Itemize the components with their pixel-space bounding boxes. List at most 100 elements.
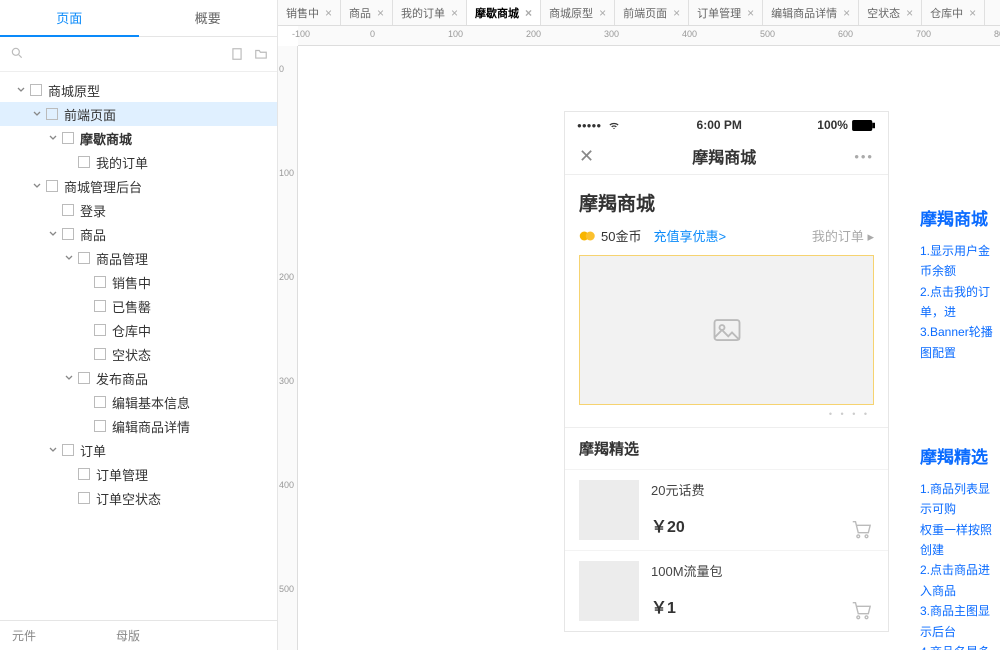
tree-node[interactable]: 商城原型: [0, 78, 277, 102]
tree-node[interactable]: 已售罄: [0, 294, 277, 318]
search-input[interactable]: [8, 43, 221, 65]
close-icon[interactable]: ✕: [579, 146, 594, 167]
product-name: 100M流量包: [651, 561, 836, 580]
annotation-line: 3.商品主图显示后台: [920, 601, 1000, 642]
tab-close-icon[interactable]: ×: [843, 6, 850, 20]
tree-node[interactable]: 我的订单: [0, 150, 277, 174]
annotation-title: 摩羯精选: [920, 444, 1000, 473]
document-tab[interactable]: 销售中×: [278, 0, 341, 25]
coin-balance: 50金币: [601, 226, 641, 245]
tab-close-icon[interactable]: ×: [673, 6, 680, 20]
tree-node[interactable]: 销售中: [0, 270, 277, 294]
annotation-1: 摩羯商城 1.显示用户金币余额2.点击我的订单，进3.Banner轮播图配置: [920, 206, 1000, 363]
tree-node[interactable]: 商城管理后台: [0, 174, 277, 198]
tree-label: 空状态: [112, 345, 151, 364]
new-page-icon[interactable]: [229, 47, 245, 61]
product-row[interactable]: 20元话费￥20: [565, 469, 888, 550]
annotation-line: 1.显示用户金币余额: [920, 241, 1000, 282]
tree-node[interactable]: 前端页面: [0, 102, 277, 126]
tab-label: 编辑商品详情: [771, 5, 837, 21]
page-icon: [78, 156, 90, 168]
document-tab[interactable]: 编辑商品详情 ×: [763, 0, 859, 25]
tab-close-icon[interactable]: ×: [747, 6, 754, 20]
image-placeholder-icon: [707, 315, 747, 345]
wifi-icon: [607, 120, 621, 131]
document-tab[interactable]: 空状态×: [859, 0, 922, 25]
caret-icon: [32, 109, 42, 119]
page-icon: [94, 276, 106, 288]
tree-label: 订单管理: [96, 465, 148, 484]
annotation-line: 权重一样按照创建: [920, 520, 1000, 561]
tree-node[interactable]: 订单空状态: [0, 486, 277, 510]
tab-close-icon[interactable]: ×: [599, 6, 606, 20]
tree-label: 仓库中: [112, 321, 151, 340]
cart-icon[interactable]: [848, 518, 874, 540]
document-tab[interactable]: 商城原型×: [541, 0, 615, 25]
caret-icon: [64, 373, 74, 383]
tab-label: 订单管理: [697, 5, 741, 21]
tab-close-icon[interactable]: ×: [525, 6, 532, 20]
tree-node[interactable]: 发布商品: [0, 366, 277, 390]
caret-icon: [48, 133, 58, 143]
caret-icon: [16, 85, 26, 95]
page-icon: [62, 204, 74, 216]
annotation-line: 2.点击商品进入商品: [920, 560, 1000, 601]
tab-close-icon[interactable]: ×: [451, 6, 458, 20]
tree-label: 销售中: [112, 273, 151, 292]
tree-label: 发布商品: [96, 369, 148, 388]
tree-node[interactable]: 订单管理: [0, 462, 277, 486]
tab-label: 仓库中: [930, 5, 963, 21]
ruler-tick: 700: [916, 29, 931, 39]
battery-icon: [852, 120, 876, 131]
page-icon: [78, 492, 90, 504]
footer-masters[interactable]: 母版: [116, 627, 140, 644]
section-title: 摩羯精选: [565, 427, 888, 469]
phone-header: 摩羯商城 50金币 充值享优惠> 我的订单 ▸: [565, 175, 888, 255]
ruler-tick: 400: [682, 29, 697, 39]
document-tab[interactable]: 我的订单×: [393, 0, 467, 25]
canvas[interactable]: ●●●●● 6:00 PM 100% ✕ 摩羯商城 •••: [298, 46, 1000, 650]
coins-icon: [579, 230, 597, 242]
document-tab[interactable]: 摩歇商城×: [467, 0, 541, 25]
tree-node[interactable]: 商品管理: [0, 246, 277, 270]
tree-node[interactable]: 商品: [0, 222, 277, 246]
annotation-title: 摩羯商城: [920, 206, 1000, 235]
page-icon: [62, 228, 74, 240]
tree-node[interactable]: 登录: [0, 198, 277, 222]
phone-time: 6:00 PM: [697, 118, 742, 132]
ruler-tick: -100: [292, 29, 310, 39]
product-image: [579, 480, 639, 540]
document-tab[interactable]: 前端页面×: [615, 0, 689, 25]
ruler-tick: 500: [760, 29, 775, 39]
tree-node[interactable]: 摩歇商城: [0, 126, 277, 150]
tab-close-icon[interactable]: ×: [906, 6, 913, 20]
tree-label: 订单空状态: [96, 489, 161, 508]
ruler-tick: 400: [279, 480, 294, 490]
page-icon: [46, 180, 58, 192]
tab-outline[interactable]: 概要: [139, 0, 278, 36]
new-folder-icon[interactable]: [253, 47, 269, 61]
topup-link[interactable]: 充值享优惠>: [653, 226, 726, 245]
tab-close-icon[interactable]: ×: [969, 6, 976, 20]
tree-label: 编辑基本信息: [112, 393, 190, 412]
tree-node[interactable]: 编辑基本信息: [0, 390, 277, 414]
tree-node[interactable]: 空状态: [0, 342, 277, 366]
tab-close-icon[interactable]: ×: [325, 6, 332, 20]
footer-widgets[interactable]: 元件: [12, 627, 36, 644]
annotation-2: 摩羯精选 1.商品列表显示可购 权重一样按照创建2.点击商品进入商品3.商品主图…: [920, 444, 1000, 650]
document-tab[interactable]: 仓库中 ×: [922, 0, 985, 25]
search-bar: [0, 37, 277, 72]
my-orders-link[interactable]: 我的订单 ▸: [812, 226, 874, 245]
more-icon[interactable]: •••: [854, 149, 874, 164]
cart-icon[interactable]: [848, 599, 874, 621]
banner-carousel[interactable]: [579, 255, 874, 405]
tree-node[interactable]: 仓库中: [0, 318, 277, 342]
tab-pages[interactable]: 页面: [0, 0, 139, 37]
product-row[interactable]: 100M流量包￥1: [565, 550, 888, 631]
document-tab[interactable]: 订单管理 ×: [689, 0, 763, 25]
tree-node[interactable]: 订单: [0, 438, 277, 462]
tree-node[interactable]: 编辑商品详情: [0, 414, 277, 438]
document-tab[interactable]: 商品×: [341, 0, 393, 25]
ruler-tick: 100: [448, 29, 463, 39]
tab-close-icon[interactable]: ×: [377, 6, 384, 20]
